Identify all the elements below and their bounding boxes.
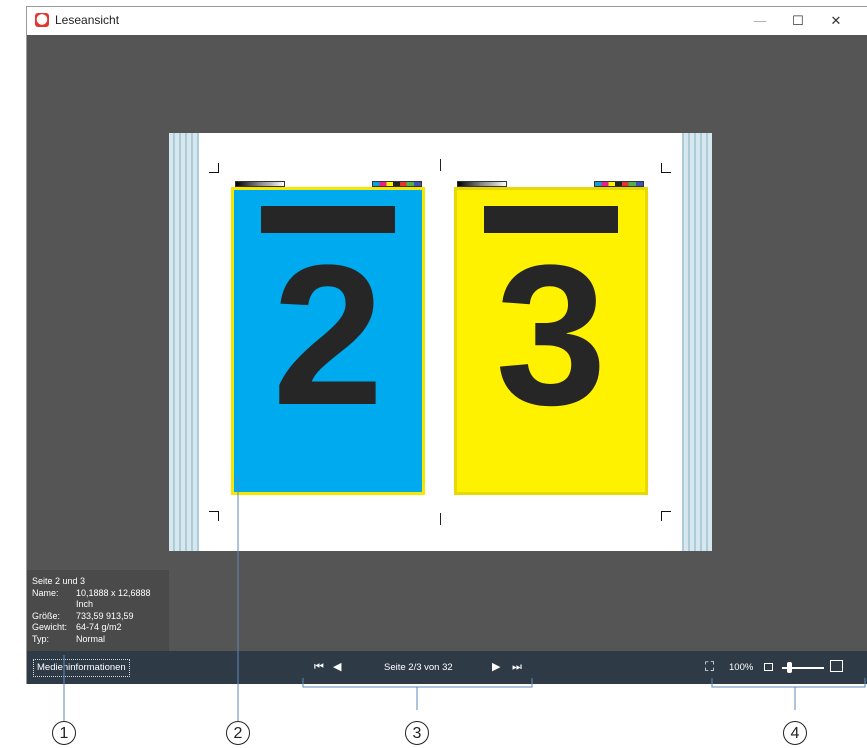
callout-2: 2 [226, 721, 250, 745]
callout-bracket-4 [711, 678, 866, 688]
callout-4: 4 [783, 721, 807, 745]
callout-3: 3 [405, 721, 429, 745]
callout-lines [63, 476, 866, 722]
callout-1: 1 [52, 721, 76, 745]
callout-bracket-3 [302, 678, 533, 688]
